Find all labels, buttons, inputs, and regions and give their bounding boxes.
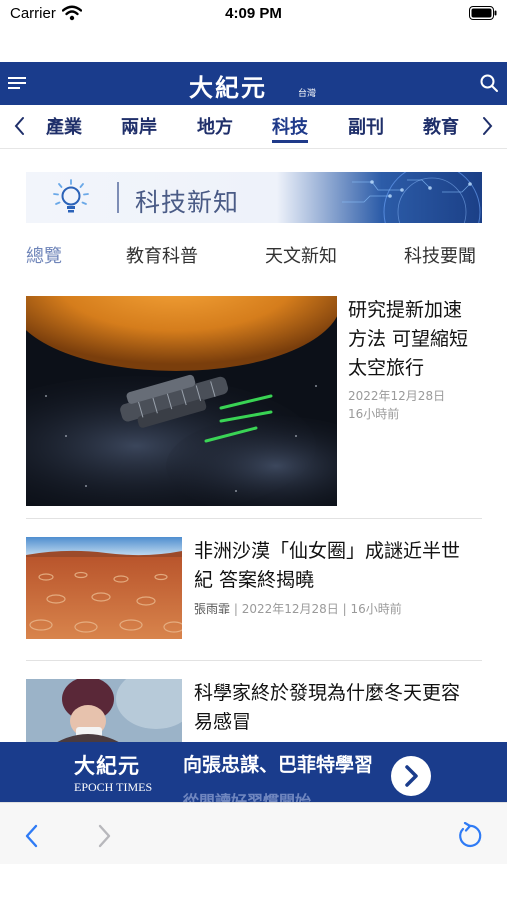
divider (26, 660, 482, 661)
menu-icon[interactable] (8, 74, 30, 92)
article-ago: 16小時前 (348, 407, 400, 421)
article-date: 2022年12月28日 (348, 389, 446, 403)
ad-go-button[interactable] (391, 756, 431, 796)
subtab-astronomy[interactable]: 天文新知 (265, 242, 337, 268)
lightbulb-icon (53, 179, 89, 213)
ad-headline: 向張忠謀、巴菲特學習 (183, 754, 374, 776)
subtab-tech-news[interactable]: 科技要聞 (404, 242, 476, 268)
article-author: 張雨霏 (194, 602, 231, 616)
article-title[interactable]: 非洲沙漠「仙女圈」成謎近半世 紀 答案終揭曉 (194, 537, 460, 595)
tab-local[interactable]: 地方 (197, 113, 233, 143)
tab-education[interactable]: 教育 (423, 113, 459, 143)
banner-title: 科技新知 (135, 188, 240, 217)
article-title[interactable]: 研究提新加速 方法 可望縮短 太空旅行 (348, 296, 468, 383)
browser-toolbar (0, 802, 507, 864)
divider (26, 518, 482, 519)
battery-icon (469, 6, 497, 20)
back-icon[interactable] (22, 823, 42, 849)
status-time: 4:09 PM (225, 5, 282, 22)
search-icon[interactable] (479, 73, 499, 93)
article-title[interactable]: 科學家終於發現為什麼冬天更容 易感冒 (194, 679, 460, 737)
circuit-decoration (342, 172, 481, 223)
sub-tabs: 總覽 教育科普 天文新知 科技要聞 (26, 240, 482, 270)
app-logo[interactable]: 大紀元 (189, 68, 267, 103)
article-image[interactable] (26, 296, 337, 506)
article-card[interactable]: 科學家終於發現為什麼冬天更容 易感冒 (26, 679, 482, 749)
article-ago: 16小時前 (350, 602, 402, 616)
tab-technology[interactable]: 科技 (272, 113, 308, 143)
reload-icon[interactable] (455, 822, 483, 850)
subtab-education-science[interactable]: 教育科普 (126, 242, 198, 268)
arrow-right-icon (405, 765, 418, 787)
region-label: 台灣 (298, 89, 317, 99)
article-image[interactable] (26, 679, 182, 749)
article-meta: 2022年12月28日 16小時前 (348, 387, 445, 423)
section-banner: 科技新知 (26, 172, 482, 223)
article-date: 2022年12月28日 (241, 602, 339, 616)
article-card[interactable]: 研究提新加速 方法 可望縮短 太空旅行 2022年12月28日 16小時前 (26, 296, 482, 508)
status-bar: Carrier 4:09 PM (0, 0, 507, 30)
article-meta: 張雨霏 | 2022年12月28日 | 16小時前 (194, 600, 402, 618)
forward-icon[interactable] (94, 823, 114, 849)
chevron-left-icon[interactable] (10, 114, 30, 138)
banner-divider (117, 182, 119, 213)
ad-subheadline: 從閱讀好習慣開始 (183, 792, 312, 802)
meta-separator: | (233, 602, 242, 616)
subtab-overview[interactable]: 總覽 (26, 242, 62, 268)
article-image[interactable] (26, 537, 182, 639)
article-card[interactable]: 非洲沙漠「仙女圈」成謎近半世 紀 答案終揭曉 張雨霏 | 2022年12月28日… (26, 537, 482, 641)
tab-industry[interactable]: 產業 (46, 113, 82, 143)
app-header: 大紀元 台灣 (0, 62, 507, 105)
ad-logo-english: EPOCH TIMES (74, 780, 153, 794)
tab-cross-strait[interactable]: 兩岸 (121, 113, 157, 143)
tab-supplement[interactable]: 副刊 (348, 113, 384, 143)
chevron-right-icon[interactable] (477, 114, 497, 138)
ad-banner[interactable]: 大紀元 EPOCH TIMES 向張忠謀、巴菲特學習 從閱讀好習慣開始 (0, 742, 507, 802)
ad-logo: 大紀元 (74, 753, 140, 778)
category-tabs: 產業 兩岸 地方 科技 副刊 教育 (0, 105, 507, 149)
